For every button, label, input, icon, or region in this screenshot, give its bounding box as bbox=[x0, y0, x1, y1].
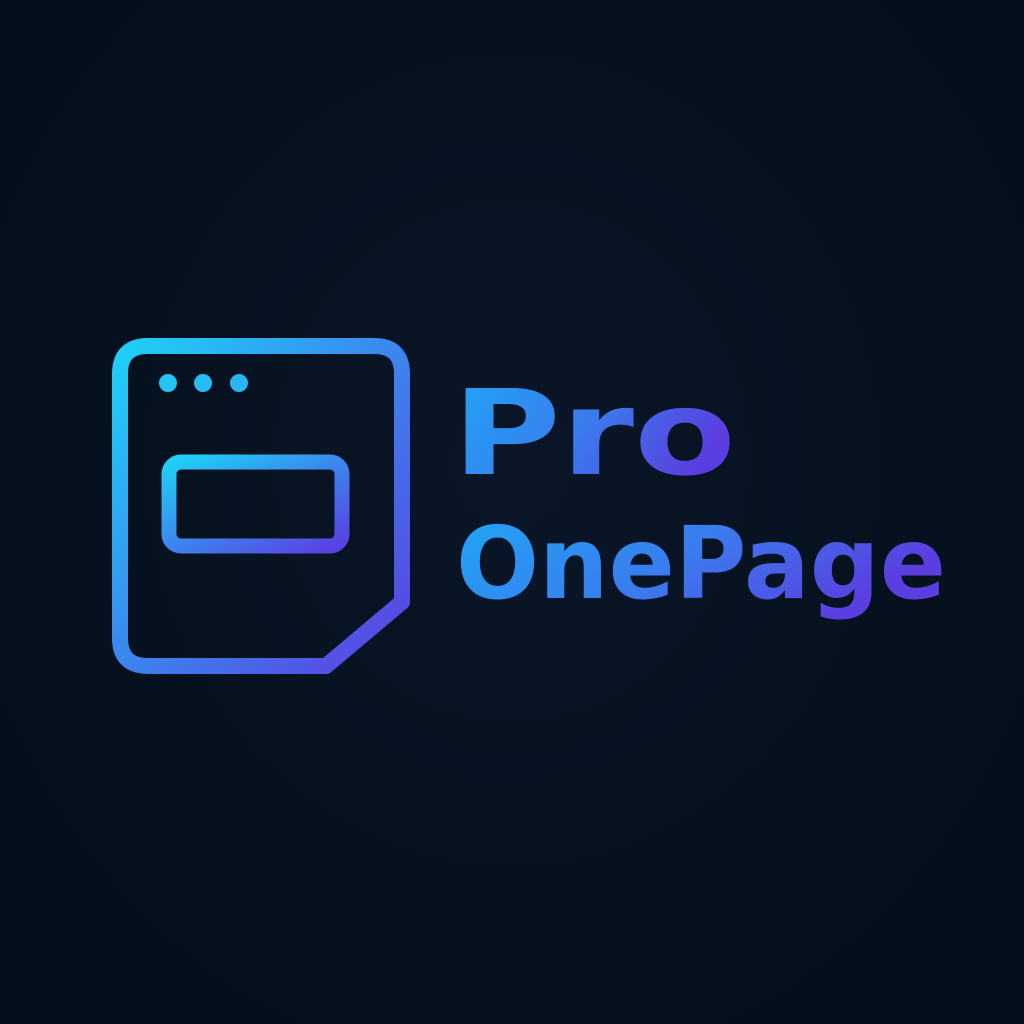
logo-canvas: Pro OnePage bbox=[0, 0, 1024, 1024]
brand-name-line2: OnePage bbox=[456, 505, 946, 622]
window-dot-3 bbox=[230, 374, 248, 392]
hero-block bbox=[161, 454, 350, 554]
brand-wordmark: Pro OnePage bbox=[452, 364, 946, 622]
window-dot-2 bbox=[194, 374, 212, 392]
window-dot-1 bbox=[159, 374, 177, 392]
brand-name-line1: Pro bbox=[452, 364, 736, 502]
browser-page-icon bbox=[112, 338, 410, 674]
